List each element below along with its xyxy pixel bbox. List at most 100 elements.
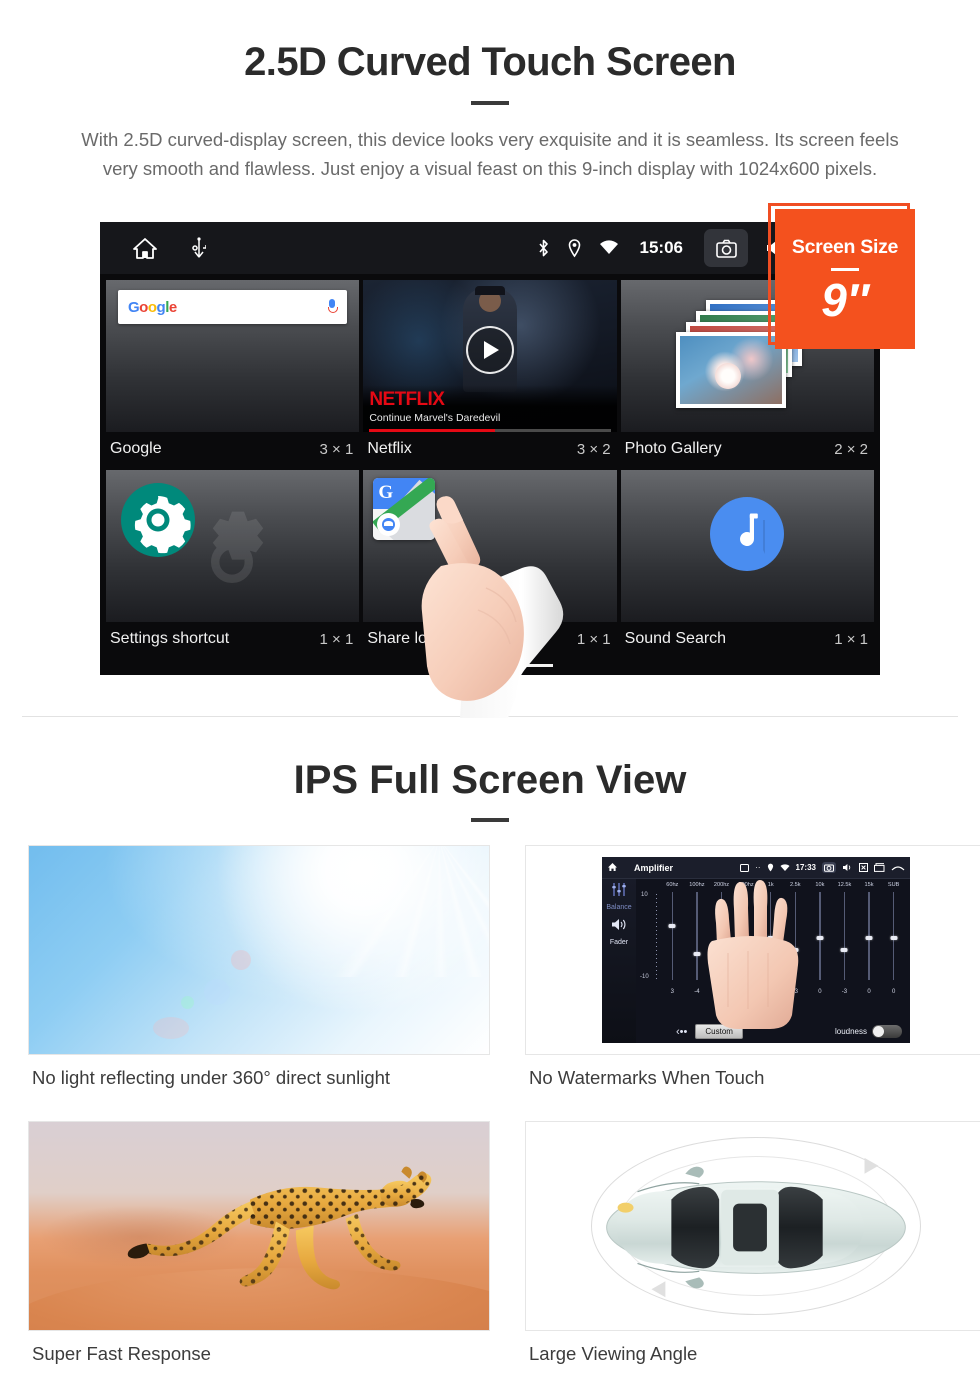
figure-hat — [474, 286, 505, 295]
slider-knob[interactable] — [865, 936, 873, 940]
amplifier-title: Amplifier — [634, 862, 674, 873]
section-divider — [22, 716, 958, 717]
band-slider[interactable] — [857, 888, 882, 988]
cheetah-photo — [28, 1121, 490, 1331]
google-maps-icon[interactable]: G — [373, 478, 436, 540]
home-icon[interactable] — [607, 859, 618, 877]
widget-preview-settings[interactable] — [106, 470, 360, 622]
page-dot[interactable] — [473, 664, 507, 667]
widget-cell-netflix[interactable]: NETFLIX Continue Marvel's Daredevil Netf… — [363, 280, 617, 466]
location-icon[interactable] — [767, 859, 774, 877]
widget-cell-settings-shortcut[interactable]: Settings shortcut 1 × 1 — [106, 470, 360, 656]
slider-knob[interactable] — [840, 948, 848, 952]
band-slider[interactable] — [808, 888, 833, 988]
band-slider[interactable] — [832, 888, 857, 988]
volume-icon[interactable] — [842, 859, 853, 877]
widget-cell-sound-search[interactable]: Sound Search 1 × 1 — [620, 470, 874, 656]
amplifier-axis: 10 -10 — [640, 888, 660, 988]
band-value: 0 — [891, 989, 896, 995]
back-icon[interactable] — [891, 859, 905, 877]
netflix-card: NETFLIX Continue Marvel's Daredevil — [363, 280, 617, 432]
page-indicator[interactable] — [100, 664, 880, 667]
title-rule — [471, 101, 509, 105]
fader-label[interactable]: Fader — [610, 939, 628, 946]
card-caption: Large Viewing Angle — [529, 1343, 698, 1364]
band-slider[interactable] — [881, 888, 906, 988]
badge-rule — [831, 267, 859, 271]
page-dot-active[interactable] — [519, 664, 553, 667]
screen-size-badge: Screen Size 9″ — [775, 209, 915, 349]
netflix-brand: NETFLIX — [369, 389, 445, 410]
widget-meta: Google 3 × 1 — [106, 432, 360, 466]
widget-preview-netflix[interactable]: NETFLIX Continue Marvel's Daredevil — [363, 280, 617, 432]
gear-watermark-icon — [184, 502, 304, 622]
card-caption: Super Fast Response — [32, 1343, 211, 1364]
widget-cell-share-location[interactable]: G Share location 1 × 1 — [363, 470, 617, 656]
music-note-icon[interactable] — [709, 496, 785, 577]
widget-label: Settings shortcut — [110, 630, 230, 647]
equalizer-icon[interactable] — [611, 883, 627, 901]
widget-size: 3 × 1 — [319, 440, 354, 458]
location-icon[interactable] — [567, 238, 582, 258]
status-bar-clock: 15:06 — [639, 238, 683, 257]
band-value: 0 — [818, 989, 822, 995]
loudness-toggle[interactable] — [872, 1025, 902, 1038]
band-slider[interactable] — [660, 888, 685, 988]
open-hand-illustration — [707, 880, 799, 1029]
close-icon[interactable] — [859, 859, 868, 877]
slider-knob[interactable] — [668, 924, 676, 928]
widget-size: 1 × 1 — [576, 630, 611, 648]
more-icon[interactable]: ·· — [755, 863, 760, 872]
widget-preview-google[interactable]: Google — [106, 280, 360, 432]
band-value: 0 — [867, 989, 871, 995]
slider-knob[interactable] — [890, 936, 898, 940]
device-screenshot: 15:06 Google Google 3 × 1 NETFLIX Contin… — [100, 222, 880, 675]
sd-card-icon[interactable] — [740, 859, 750, 877]
widget-label: Sound Search — [624, 630, 727, 647]
screen-size-label: Screen Size — [791, 235, 899, 258]
widget-meta: Settings shortcut 1 × 1 — [106, 622, 360, 656]
widget-label: Photo Gallery — [624, 440, 722, 457]
axis-max: 10 — [641, 892, 648, 898]
recents-icon[interactable] — [874, 859, 885, 877]
google-search-box[interactable]: Google — [118, 290, 348, 324]
band-value: -3 — [841, 989, 848, 995]
netflix-info: NETFLIX Continue Marvel's Daredevil — [363, 385, 617, 432]
home-icon[interactable] — [132, 236, 158, 260]
back-arrow-icon[interactable]: ‹•• — [676, 1026, 687, 1038]
feature-card-sunlight: No light reflecting under 360° direct su… — [28, 845, 490, 1089]
band-value: 3 — [670, 989, 674, 995]
feature-card-watermarks: Amplifier ·· 17:33 Balance Fader 60hz 10… — [525, 845, 980, 1089]
usb-icon[interactable] — [192, 237, 206, 259]
cheetah-illustration — [127, 1166, 432, 1290]
amplifier-ui: Amplifier ·· 17:33 Balance Fader 60hz 10… — [602, 857, 910, 1043]
wifi-icon[interactable] — [780, 859, 790, 877]
camera-icon[interactable] — [704, 229, 748, 267]
balance-label[interactable]: Balance — [606, 904, 631, 911]
car-top-view — [525, 1121, 980, 1331]
loudness-control[interactable]: loudness — [835, 1025, 902, 1038]
feature-card-fast-response: Super Fast Response — [28, 1121, 490, 1365]
page-dot[interactable] — [427, 664, 461, 667]
wifi-icon[interactable] — [599, 240, 619, 256]
slider-knob[interactable] — [816, 936, 824, 940]
widget-meta: Photo Gallery 2 × 2 — [620, 432, 874, 466]
microphone-icon[interactable] — [327, 299, 339, 315]
speaker-icon[interactable] — [611, 918, 627, 936]
widget-cell-google[interactable]: Google Google 3 × 1 — [106, 280, 360, 466]
amplifier-screenshot: Amplifier ·· 17:33 Balance Fader 60hz 10… — [525, 845, 980, 1055]
section-description: With 2.5D curved-display screen, this de… — [81, 129, 899, 179]
cards-row-2: Super Fast Response Large Viewing Angle — [28, 1121, 980, 1365]
bluetooth-icon[interactable] — [537, 238, 550, 258]
widget-label: Netflix — [367, 440, 412, 457]
widget-preview-share-location[interactable]: G — [363, 470, 617, 622]
widget-meta: Share location 1 × 1 — [363, 622, 617, 656]
settings-gear-icon[interactable] — [120, 482, 196, 563]
feature-cards: No light reflecting under 360° direct su… — [28, 845, 980, 1365]
google-logo: Google — [128, 298, 177, 316]
play-button-icon[interactable] — [465, 325, 514, 374]
camera-icon[interactable] — [822, 862, 836, 873]
widget-size: 3 × 2 — [576, 440, 611, 458]
widget-preview-sound-search[interactable] — [620, 470, 874, 622]
android-status-bar: 15:06 — [100, 222, 880, 274]
